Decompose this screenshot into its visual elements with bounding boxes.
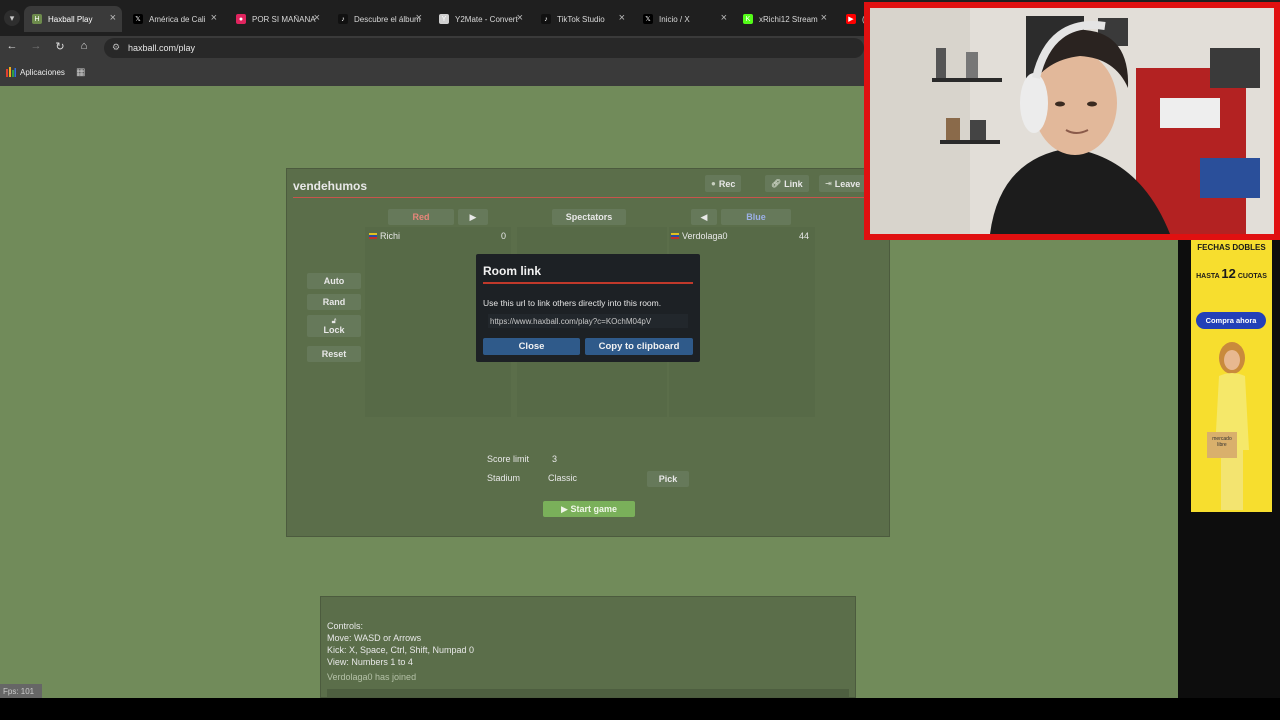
controls-line: Move: WASD or Arrows [327,633,422,643]
tab-title: Haxball Play [48,14,93,24]
x-logo-icon: 𝕏 [133,14,143,24]
room-link-dialog: Room link Use this url to link others di… [476,254,700,362]
forward-icon[interactable]: → [28,40,44,52]
reset-button[interactable]: Reset [307,346,361,362]
controls-line: Kick: X, Space, Ctrl, Shift, Numpad 0 [327,645,475,655]
ad-installments: HASTA 12 CUOTAS [1196,266,1267,281]
start-game-button[interactable]: ▶ Start game [543,501,635,517]
dialog-title: Room link [483,264,542,278]
tiktok-icon: ♪ [541,14,551,24]
streamer-webcam-image [870,8,1274,234]
tab-title: América de Cali [149,14,206,24]
score-limit-label: Score limit [487,454,530,464]
apps-icon[interactable] [6,67,16,77]
team-blue-header[interactable]: Blue [721,209,791,225]
reload-icon[interactable]: ↻ [52,40,68,53]
tab-title: Inicio / X [659,14,690,24]
site-info-icon[interactable]: ⚙ [112,42,120,53]
haxball-icon: H [32,14,42,24]
player-entry[interactable]: Richi [369,231,400,241]
close-tab-icon[interactable]: × [211,12,217,24]
youtube-icon: ▶ [846,14,856,24]
player-ping: 44 [799,231,810,241]
room-title-divider [293,197,873,198]
close-tab-icon[interactable]: × [416,12,422,24]
link-button[interactable]: 🔗︎ Link [765,175,809,192]
tab-1[interactable]: 𝕏 América de Cali × [125,6,223,32]
close-tab-icon[interactable]: × [721,12,727,24]
grid-icon[interactable]: ▦ [76,67,85,78]
tab-0[interactable]: H Haxball Play × [24,6,122,32]
record-icon: ● [236,14,246,24]
tab-6[interactable]: 𝕏 Inicio / X × [635,6,733,32]
back-icon[interactable]: ← [4,40,20,52]
link-icon: 🔗︎ [771,179,782,188]
rec-button[interactable]: ● Rec [705,175,742,192]
lock-button[interactable]: 🔓︎ Lock [307,315,361,337]
tab-7[interactable]: KxRichi12 Stream × [735,6,833,32]
address-bar[interactable]: ⚙ haxball.com/play [104,38,864,58]
ad-model-image [1207,342,1249,510]
close-tab-icon[interactable]: × [517,12,523,24]
leave-icon: ⇥ [825,179,832,188]
player-entry[interactable]: Verdolaga0 [671,231,728,241]
room-url-input[interactable] [488,314,688,328]
ad-header: FECHAS DOBLES [1197,243,1266,252]
copy-to-clipboard-button[interactable]: Copy to clipboard [585,338,693,355]
move-left-arrow-icon[interactable]: ◀ [691,209,717,225]
pick-stadium-button[interactable]: Pick [647,471,689,487]
tab-title: TikTok Studio [557,14,605,24]
home-icon[interactable]: ⌂ [76,40,92,52]
tab-title: Descubre el álbum [354,14,421,24]
stadium-value: Classic [548,473,578,483]
score-limit-value[interactable]: 3 [552,454,557,464]
y2mate-icon: Y [439,14,449,24]
close-tab-icon[interactable]: × [619,12,625,24]
url-text: haxball.com/play [128,43,196,53]
close-tab-icon[interactable]: × [110,12,116,24]
tab-title: POR SI MAÑANA [252,14,316,24]
ad-box-label: mercado libre [1212,436,1232,448]
tab-3[interactable]: ♪ Descubre el álbum × [330,6,428,32]
x-logo-icon: 𝕏 [643,14,653,24]
tab-2[interactable]: ● POR SI MAÑANA × [228,6,326,32]
tiktok-icon: ♪ [338,14,348,24]
dialog-description: Use this url to link others directly int… [483,298,662,308]
tab-5[interactable]: ♪ TikTok Studio × [533,6,631,32]
close-tab-icon[interactable]: × [821,12,827,24]
room-title: vendehumos [293,179,368,193]
controls-line: Controls: [327,621,364,631]
bottom-bar [0,698,1280,720]
ad-buy-button[interactable]: Compra ahora [1196,312,1266,329]
flag-icon [671,233,679,239]
webcam-overlay [864,2,1280,240]
join-message: Verdolaga0 has joined [327,672,417,682]
stadium-label: Stadium [487,473,521,483]
controls-line: View: Numbers 1 to 4 [327,657,413,667]
tab-4[interactable]: Y Y2Mate - Convert × [431,6,529,32]
tab-search-menu-icon[interactable]: ▾ [4,10,20,26]
player-ping: 0 [501,231,507,241]
chat-controls-panel: Controls: Move: WASD or Arrows Kick: X, … [320,596,856,698]
advertisement-banner[interactable]: FECHAS DOBLES HASTA 12 CUOTAS Compra aho… [1191,240,1272,512]
tab-title: Y2Mate - Convert [455,14,518,24]
chat-input[interactable] [327,689,849,697]
spectators-header[interactable]: Spectators [552,209,626,225]
close-button[interactable]: Close [483,338,580,355]
kick-icon: K [743,14,753,24]
tab-title: xRichi12 Stream [759,14,818,24]
auto-button[interactable]: Auto [307,273,361,289]
dialog-title-divider [483,282,693,284]
apps-bookmark[interactable]: Aplicaciones [20,68,65,77]
rand-button[interactable]: Rand [307,294,361,310]
move-right-arrow-icon[interactable]: ▶ [458,209,488,225]
record-dot-icon: ● [711,179,716,188]
fps-counter: Fps: 101 [0,684,42,698]
team-red-header[interactable]: Red [388,209,454,225]
flag-icon [369,233,377,239]
close-tab-icon[interactable]: × [314,12,320,24]
